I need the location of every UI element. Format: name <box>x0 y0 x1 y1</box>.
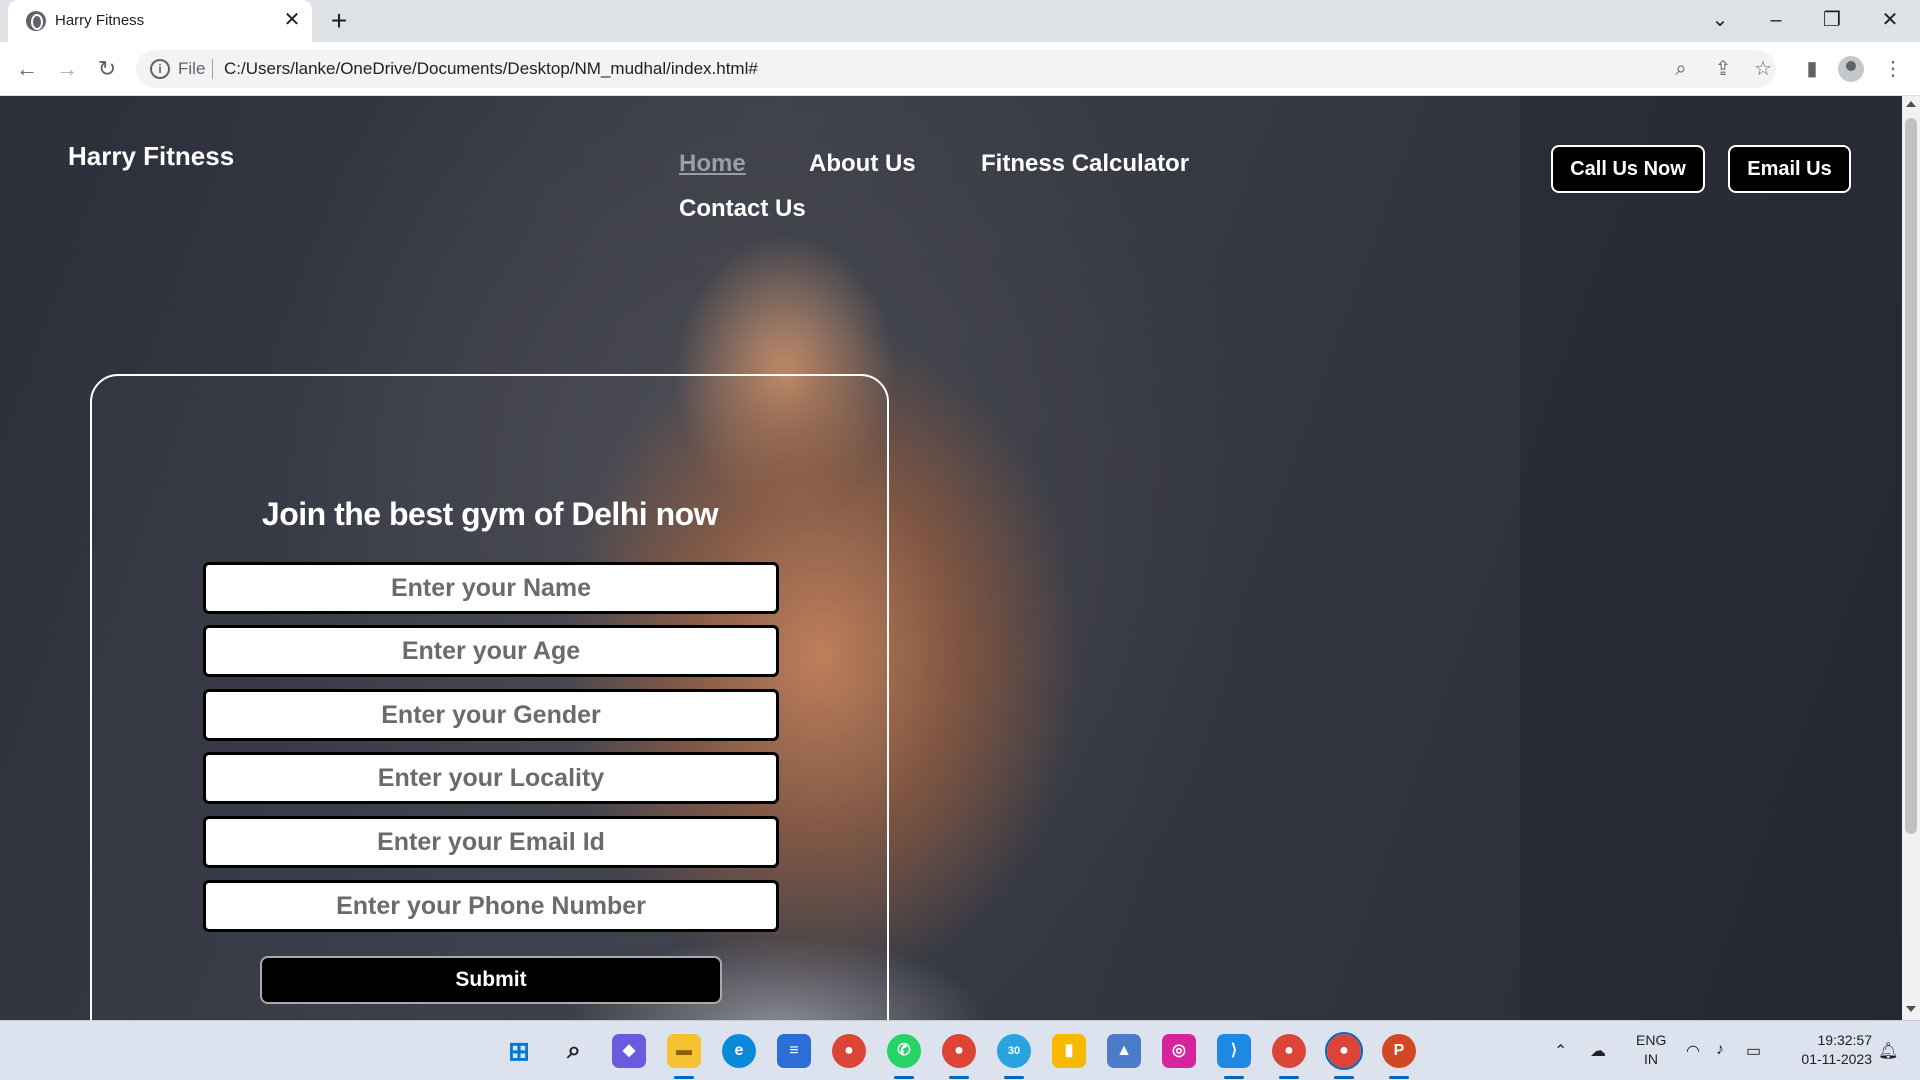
submit-button[interactable]: Submit <box>260 956 722 1004</box>
chrome-active-icon[interactable]: ● <box>1325 1032 1363 1079</box>
keep-notes-icon[interactable]: ▮ <box>1052 1034 1086 1068</box>
reload-icon[interactable]: ↻ <box>92 54 122 84</box>
language-code: ENG <box>1636 1032 1667 1048</box>
tab-title: Harry Fitness <box>55 12 145 29</box>
age-input[interactable] <box>203 625 779 677</box>
address-bar[interactable]: i File C:/Users/lanke/OneDrive/Documents… <box>136 50 1776 88</box>
window-close-icon[interactable]: ✕ <box>1870 4 1910 36</box>
gender-input[interactable] <box>203 689 779 741</box>
input-language[interactable]: ENG IN <box>1636 1031 1666 1069</box>
call-us-button[interactable]: Call Us Now <box>1551 145 1705 193</box>
menu-kebab-icon[interactable]: ⋮ <box>1878 54 1908 84</box>
nav-contact[interactable]: Contact Us <box>679 195 806 223</box>
locality-input[interactable] <box>203 752 779 804</box>
teams-icon[interactable]: ◆ <box>612 1034 646 1068</box>
vscode-icon[interactable]: ⟩ <box>1217 1034 1251 1079</box>
signup-form-card: Join the best gym of Delhi now Submit <box>90 374 889 1020</box>
chrome-profile-icon[interactable]: ● <box>942 1034 976 1079</box>
address-scheme: File <box>178 59 206 78</box>
background-side-shade <box>1520 96 1902 1020</box>
name-input[interactable] <box>203 562 779 614</box>
back-arrow-icon[interactable]: ← <box>12 54 42 84</box>
notification-bell-icon[interactable]: 🔔︎ <box>1878 1041 1898 1061</box>
form-title: Join the best gym of Delhi now <box>261 496 719 532</box>
clock-time: 19:32:57 <box>1817 1032 1873 1048</box>
powerpoint-icon[interactable]: P <box>1382 1034 1416 1079</box>
restore-icon[interactable]: ❐ <box>1812 4 1852 36</box>
email-input[interactable] <box>203 816 779 868</box>
file-explorer-icon[interactable]: ▬ <box>667 1034 701 1079</box>
battery-icon[interactable]: ▭ <box>1746 1041 1761 1061</box>
instagram-icon[interactable]: ◎ <box>1162 1034 1196 1068</box>
scroll-up-arrow-icon[interactable] <box>1906 101 1916 107</box>
tab-search-chevron-icon[interactable]: ⌄ <box>1700 4 1740 36</box>
minimize-icon[interactable]: – <box>1756 4 1796 36</box>
system-clock[interactable]: 19:32:57 01-11-2023 <box>1780 1031 1872 1069</box>
site-info-icon[interactable]: i <box>150 59 170 79</box>
edge-icon[interactable]: e <box>722 1034 756 1068</box>
telegram-icon[interactable]: 30 <box>997 1034 1031 1079</box>
site-logo[interactable]: Harry Fitness <box>68 141 234 172</box>
nav-home[interactable]: Home <box>679 150 746 178</box>
chrome-icon[interactable]: ● <box>832 1034 866 1068</box>
scrollbar-thumb[interactable] <box>1905 118 1917 834</box>
start-windows-icon[interactable]: ⊞ <box>502 1034 536 1068</box>
notepad-icon[interactable]: ≡ <box>777 1034 811 1068</box>
nav-fitness-calculator[interactable]: Fitness Calculator <box>981 150 1189 178</box>
bookmark-star-icon[interactable]: ☆ <box>1748 54 1778 84</box>
browser-tab-strip: Harry Fitness ✕ + ⌄ – ❐ ✕ <box>0 0 1920 42</box>
globe-icon <box>26 11 46 31</box>
profile-avatar-icon[interactable] <box>1838 56 1864 82</box>
share-icon[interactable]: ⇪ <box>1708 54 1738 84</box>
chrome-profile-2-icon[interactable]: ● <box>1272 1034 1306 1079</box>
region-code: IN <box>1644 1051 1658 1067</box>
search-icon[interactable]: ⌕ <box>557 1034 591 1068</box>
show-hidden-icons-chevron-icon[interactable]: ⌃ <box>1554 1041 1567 1061</box>
email-us-button[interactable]: Email Us <box>1728 145 1851 193</box>
web-page: Harry Fitness Home About Us Fitness Calc… <box>0 96 1902 1020</box>
zoom-icon[interactable]: ⌕ <box>1666 54 1696 84</box>
side-panel-icon[interactable]: ▮ <box>1797 54 1827 84</box>
whatsapp-icon[interactable]: ✆ <box>887 1034 921 1079</box>
address-separator <box>212 59 213 79</box>
onedrive-cloud-icon[interactable]: ☁ <box>1590 1041 1606 1061</box>
browser-toolbar: ← → ↻ i File C:/Users/lanke/OneDrive/Doc… <box>0 42 1920 96</box>
photos-icon[interactable]: ▲ <box>1107 1034 1141 1068</box>
nav-about[interactable]: About Us <box>809 150 916 178</box>
address-url[interactable]: C:/Users/lanke/OneDrive/Documents/Deskto… <box>224 59 758 79</box>
forward-arrow-icon[interactable]: → <box>52 54 82 84</box>
browser-tab[interactable]: Harry Fitness ✕ <box>8 0 312 42</box>
page-scrollbar[interactable] <box>1902 96 1920 1020</box>
new-tab-button[interactable]: + <box>324 6 354 36</box>
phone-input[interactable] <box>203 880 779 932</box>
tab-close-icon[interactable]: ✕ <box>280 8 304 32</box>
clock-date: 01-11-2023 <box>1801 1051 1872 1067</box>
volume-icon[interactable]: ♪ <box>1716 1041 1724 1059</box>
windows-taskbar: ⊞ ⌕ ◆ ▬ e ≡ ● ✆ ● 30 ▮ ▲ ◎ ⟩ ● ● P ⌃ ☁ E… <box>0 1020 1920 1080</box>
scroll-down-arrow-icon[interactable] <box>1906 1006 1916 1012</box>
wifi-icon[interactable]: ◠ <box>1686 1041 1700 1061</box>
